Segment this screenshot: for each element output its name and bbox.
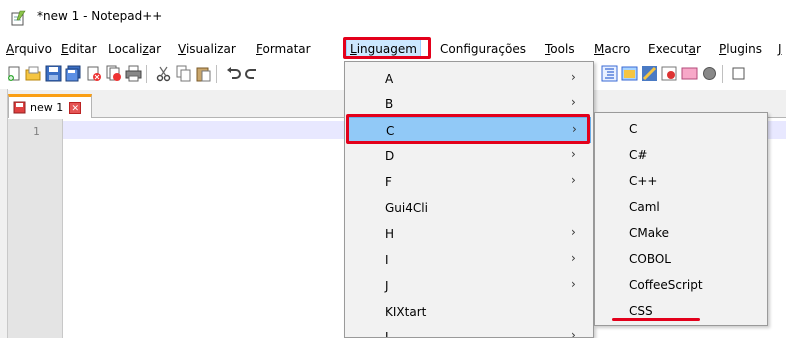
submenu-item-caml[interactable]: Caml — [629, 200, 660, 214]
submenu-item-cobol[interactable]: COBOL — [629, 252, 671, 266]
c-languages-submenu: C C# C++ Caml CMake COBOL CoffeeScript C… — [594, 112, 768, 326]
indent-guide-icon[interactable] — [601, 65, 618, 82]
language-menu-item-c[interactable]: C › — [347, 117, 591, 143]
menu-arquivo[interactable]: Arquivo — [6, 41, 52, 57]
submenu-arrow-icon: › — [571, 328, 576, 338]
toolbar-separator — [146, 65, 147, 83]
language-menu-item-b[interactable]: B › — [347, 91, 591, 117]
line-number-gutter — [8, 119, 63, 338]
menu-localizar[interactable]: Localizar — [108, 41, 161, 57]
menu-editar[interactable]: Editar — [61, 41, 97, 57]
undo-icon[interactable] — [225, 65, 242, 82]
tab-label: new 1 — [30, 101, 64, 114]
stop-record-icon[interactable] — [730, 65, 747, 82]
language-menu-item-l[interactable]: L › — [347, 324, 591, 338]
submenu-arrow-icon: › — [572, 122, 577, 136]
submenu-item-c[interactable]: C — [629, 122, 637, 136]
tab-new-1[interactable]: new 1 ✕ — [8, 94, 92, 118]
function-list-icon[interactable] — [641, 65, 658, 82]
language-menu-item-d[interactable]: D › — [347, 143, 591, 169]
save-all-icon[interactable] — [65, 65, 82, 82]
submenu-arrow-icon: › — [571, 70, 576, 84]
submenu-item-cpp[interactable]: C++ — [629, 174, 658, 188]
left-frame — [0, 89, 8, 338]
language-menu-item-gui4cli[interactable]: Gui4Cli — [347, 195, 591, 221]
menu-plugins[interactable]: Plugins — [719, 41, 762, 57]
line-number: 1 — [33, 125, 40, 138]
submenu-arrow-icon: › — [571, 95, 576, 109]
copy-icon[interactable] — [175, 65, 192, 82]
language-menu-item-f[interactable]: F › — [347, 169, 591, 195]
language-menu-item-j[interactable]: J › — [347, 273, 591, 299]
submenu-arrow-icon: › — [571, 173, 576, 187]
paste-icon[interactable] — [195, 65, 212, 82]
monitoring-icon[interactable] — [681, 65, 698, 82]
doc-map-icon[interactable] — [621, 65, 638, 82]
notepad-app-icon — [11, 10, 26, 26]
submenu-item-css[interactable]: CSS — [629, 304, 653, 318]
submenu-arrow-icon: › — [571, 225, 576, 239]
language-menu-item-kixtart[interactable]: KIXtart — [347, 299, 591, 325]
language-menu-item-h[interactable]: H › — [347, 221, 591, 247]
menu-configuracoes[interactable]: Configurações — [440, 41, 526, 57]
print-icon[interactable] — [125, 65, 142, 82]
close-tab-icon[interactable]: ✕ — [69, 101, 82, 114]
new-file-icon[interactable] — [6, 65, 23, 82]
menu-formatar[interactable]: Formatar — [256, 41, 311, 57]
redo-icon[interactable] — [244, 65, 261, 82]
submenu-item-cmake[interactable]: CMake — [629, 226, 669, 240]
language-menu-item-a[interactable]: A › — [347, 66, 591, 92]
submenu-item-coffeescript[interactable]: CoffeeScript — [629, 278, 703, 292]
menu-linguagem[interactable]: Linguagem — [346, 39, 421, 59]
language-menu-item-i[interactable]: I › — [347, 247, 591, 273]
folder-workspace-icon[interactable] — [661, 65, 678, 82]
unsaved-file-icon — [13, 101, 26, 114]
window-title: *new 1 - Notepad++ — [37, 9, 163, 23]
submenu-arrow-icon: › — [571, 147, 576, 161]
menu-macro[interactable]: Macro — [594, 41, 630, 57]
annotation-underline-css — [612, 318, 700, 321]
submenu-arrow-icon: › — [571, 251, 576, 265]
open-file-icon[interactable] — [25, 65, 42, 82]
menu-visualizar[interactable]: Visualizar — [178, 41, 236, 57]
cut-icon[interactable] — [155, 65, 172, 82]
menu-executar[interactable]: Executar — [648, 41, 701, 57]
menu-tools[interactable]: Tools — [545, 41, 575, 57]
close-file-icon[interactable] — [85, 65, 102, 82]
record-macro-icon[interactable] — [701, 65, 718, 82]
save-icon[interactable] — [45, 65, 62, 82]
toolbar-separator — [216, 65, 217, 83]
title-bar: *new 1 - Notepad++ — [0, 0, 786, 36]
menu-janela[interactable]: J — [778, 41, 782, 57]
language-menu: A › B › C › D › F › Gui4Cli H › I › J › KIXtart … — [344, 61, 594, 338]
submenu-arrow-icon: › — [571, 277, 576, 291]
submenu-item-csharp[interactable]: C# — [629, 148, 647, 162]
close-all-icon[interactable] — [105, 65, 122, 82]
toolbar-separator — [722, 65, 723, 83]
